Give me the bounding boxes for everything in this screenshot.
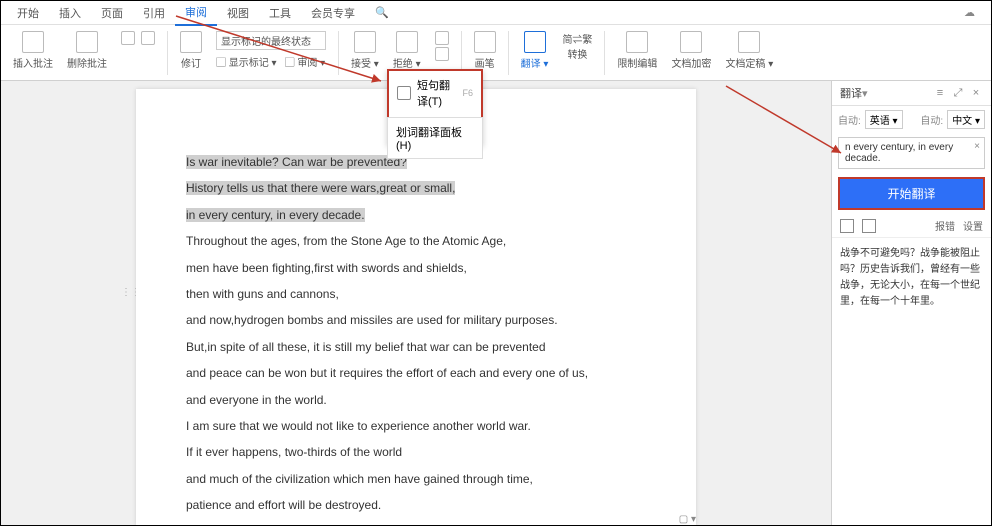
translate-result: 战争不可避免吗？战争能被阻止吗？历史告诉我们，曾经有一些战争，无论大小，在每一个…: [832, 238, 991, 525]
tab-view[interactable]: 视图: [217, 1, 259, 25]
toolbar: 插入批注 删除批注 修订 显示标记的最终状态 ▢ 显示标记 ▾ ▢ 审阅 ▾ 接…: [1, 25, 991, 81]
translate-button[interactable]: 翻译 ▾: [515, 29, 555, 72]
text-line[interactable]: in every century, in every decade.: [186, 208, 365, 222]
text-line[interactable]: then with guns and cannons,: [186, 281, 646, 307]
text-line[interactable]: I am sure that we would not like to expe…: [186, 413, 646, 439]
tab-page[interactable]: 页面: [91, 1, 133, 25]
word-translate-item[interactable]: 划词翻译面板(H): [387, 117, 483, 159]
accept-button[interactable]: 接受 ▾: [345, 29, 385, 72]
tgt-lang-select[interactable]: 中文 ▾: [947, 110, 985, 129]
encrypt-button[interactable]: 文档加密: [665, 29, 717, 72]
start-translate-button[interactable]: 开始翻译: [838, 177, 985, 210]
text-line[interactable]: History tells us that there were wars,gr…: [186, 181, 455, 195]
restrict-button[interactable]: 限制编辑: [611, 29, 663, 72]
tab-start[interactable]: 开始: [7, 1, 49, 25]
tab-reference[interactable]: 引用: [133, 1, 175, 25]
src-auto-label: 自动:: [838, 112, 861, 127]
panel-pop-icon[interactable]: ⤢: [951, 87, 965, 100]
tgt-auto-label: 自动:: [920, 112, 943, 127]
text-line[interactable]: Is war inevitable? Can war be prevented?: [186, 155, 407, 169]
text-line[interactable]: If it ever happens, two-thirds of the wo…: [186, 439, 646, 465]
settings-link[interactable]: 设置: [963, 218, 983, 233]
menu-bar: 开始 插入 页面 引用 审阅 视图 工具 会员专享 🔍 ☁: [1, 1, 991, 25]
compare-button[interactable]: 画笔: [468, 29, 502, 72]
short-translate-icon: [397, 86, 411, 100]
revision-button[interactable]: 修订: [174, 29, 208, 72]
delete-comment-button[interactable]: 删除批注: [61, 29, 113, 72]
short-translate-item[interactable]: 短句翻译(T) F6: [389, 71, 481, 115]
tab-review[interactable]: 审阅: [175, 0, 217, 26]
tab-tools[interactable]: 工具: [259, 1, 301, 25]
report-error-link[interactable]: 报错: [935, 218, 955, 233]
text-line[interactable]: and peace can be won but it requires the…: [186, 360, 646, 386]
text-line[interactable]: Throughout the ages, from the Stone Age …: [186, 228, 646, 254]
cloud-icon[interactable]: ☁: [954, 6, 985, 19]
search-icon[interactable]: 🔍: [365, 6, 399, 19]
text-line[interactable]: and much of the civilization which men h…: [186, 466, 646, 492]
tab-member[interactable]: 会员专享: [301, 1, 365, 25]
src-lang-select[interactable]: 英语 ▾: [865, 110, 903, 129]
reject-button[interactable]: 拒绝 ▾: [387, 29, 427, 72]
text-line[interactable]: and now,hydrogen bombs and missiles are …: [186, 307, 646, 333]
clear-input-icon[interactable]: ×: [974, 141, 980, 152]
text-line[interactable]: and everyone in the world.: [186, 387, 646, 413]
tab-insert[interactable]: 插入: [49, 1, 91, 25]
panel-title: 翻译: [840, 85, 862, 101]
panel-menu-icon[interactable]: ≡: [933, 87, 947, 99]
show-markup-button[interactable]: ▢ 显示标记 ▾: [216, 54, 277, 69]
insert-comment-button[interactable]: 插入批注: [7, 29, 59, 72]
page-indicator-icon: ▢ ▾: [679, 514, 696, 525]
text-line[interactable]: patience and effort will be destroyed.: [186, 492, 646, 518]
panel-close-icon[interactable]: ×: [969, 87, 983, 99]
copy-icon[interactable]: [840, 219, 854, 233]
finalize-button[interactable]: 文档定稿 ▾: [719, 29, 779, 72]
paste-icon[interactable]: [862, 219, 876, 233]
text-line[interactable]: men have been fighting,first with swords…: [186, 255, 646, 281]
display-state-combo[interactable]: 显示标记的最终状态: [216, 31, 326, 50]
translate-panel: 翻译 ▾ ≡ ⤢ × 自动: 英语 ▾ 自动: 中文 ▾ n every cen…: [831, 81, 991, 525]
review-pane-button[interactable]: ▢ 审阅 ▾: [285, 54, 326, 69]
simp-trad-button[interactable]: 简⇌繁 转换: [556, 29, 598, 63]
text-line[interactable]: But,in spite of all these, it is still m…: [186, 334, 646, 360]
translate-input[interactable]: n every century, in every decade. ×: [838, 137, 985, 169]
